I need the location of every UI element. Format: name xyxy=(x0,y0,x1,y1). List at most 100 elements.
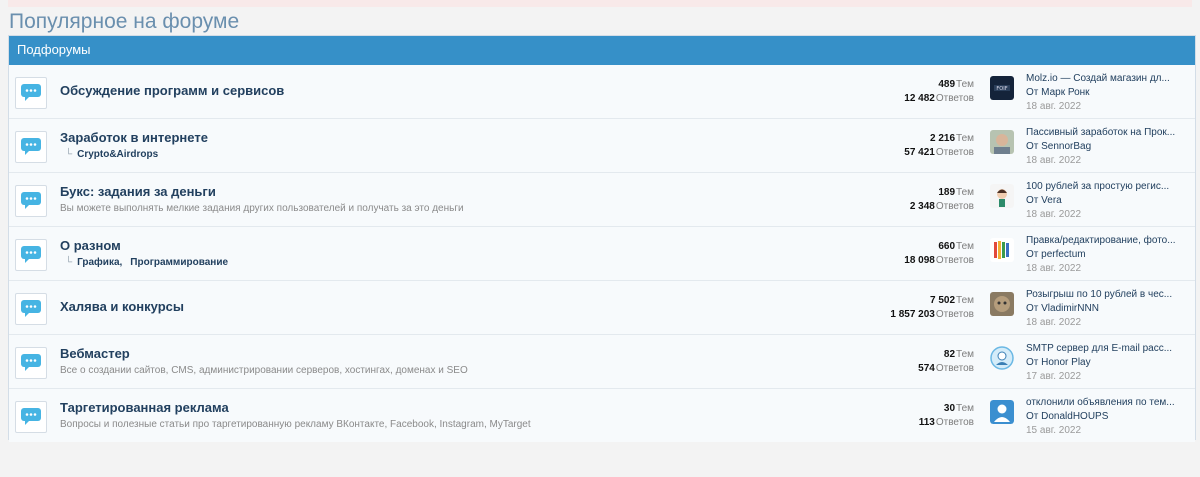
subforum-list: └ Графика, Программирование xyxy=(65,257,236,268)
post-count: 18 098 xyxy=(904,255,935,266)
thread-count: 189 xyxy=(938,187,956,198)
thread-count-label: Тем xyxy=(956,403,974,414)
post-count-label: Ответов xyxy=(935,93,974,104)
subforum-link[interactable]: Графика, xyxy=(77,257,122,268)
forum-description: Вы можете выполнять мелкие задания други… xyxy=(60,203,464,214)
colorful-stripes-avatar[interactable] xyxy=(990,238,1014,262)
last-post-date: 18 авг. 2022 xyxy=(1026,263,1082,274)
forum-row: Таргетированная реклама Вопросы и полезны… xyxy=(9,389,1195,442)
chat-bubble-icon[interactable] xyxy=(15,185,47,217)
forum-stats: 82Тем 574Ответов xyxy=(834,348,974,376)
thread-count-label: Тем xyxy=(956,241,974,252)
forum-row: О разном └ Графика, Программирование 660Тем 1… xyxy=(9,227,1195,281)
post-count-label: Ответов xyxy=(935,201,974,212)
forum-description: Вопросы и полезные статьи про таргетиров… xyxy=(60,419,531,430)
forum-title-link[interactable]: О разном xyxy=(60,238,121,253)
last-post-date: 18 авг. 2022 xyxy=(1026,209,1082,220)
forum-stats: 660Тем 18 098Ответов xyxy=(834,240,974,268)
person-circle-avatar[interactable] xyxy=(990,346,1014,370)
photo-person-avatar[interactable] xyxy=(990,130,1014,154)
forum-row: Заработок в интернете └ Crypto&Airdrops 2 2… xyxy=(9,119,1195,173)
forum-title-link[interactable]: Вебмастер xyxy=(60,346,130,361)
last-post-author[interactable]: От Honor Play xyxy=(1026,356,1176,369)
forum-stats: 2 216Тем 57 421Ответов xyxy=(834,132,974,160)
subforum-link[interactable]: Crypto&Airdrops xyxy=(77,149,158,160)
corner-arrow-icon: └ xyxy=(65,149,73,160)
block-header: Подфорумы xyxy=(9,36,1195,65)
forum-list: Обсуждение программ и сервисов 489Тем 12 4… xyxy=(9,65,1195,442)
thread-count: 489 xyxy=(938,79,956,90)
post-count-label: Ответов xyxy=(935,255,974,266)
dark-logo-avatar[interactable]: FOIF xyxy=(990,76,1014,100)
forum-title-link[interactable]: Букс: задания за деньги xyxy=(60,184,216,199)
forum-stats: 7 502Тем 1 857 203Ответов xyxy=(834,294,974,322)
thread-count-label: Тем xyxy=(956,295,974,306)
last-post-author[interactable]: От perfectum xyxy=(1026,248,1176,261)
post-count: 1 857 203 xyxy=(890,309,935,320)
post-count-label: Ответов xyxy=(935,417,974,428)
corner-arrow-icon: └ xyxy=(65,257,73,268)
forum-stats: 189Тем 2 348Ответов xyxy=(834,186,974,214)
chat-bubble-icon[interactable] xyxy=(15,239,47,271)
last-post: SMTP сервер для E-mail расс... От Honor P… xyxy=(1026,342,1176,383)
forum-row: Обсуждение программ и сервисов 489Тем 12 4… xyxy=(9,65,1195,119)
last-post-date: 17 авг. 2022 xyxy=(1026,371,1082,382)
svg-text:FOIF: FOIF xyxy=(996,86,1007,92)
last-post-author[interactable]: От Марк Ронк xyxy=(1026,86,1176,99)
last-post-title-link[interactable]: Розыгрыш по 10 рублей в чес... xyxy=(1026,288,1176,301)
forum-title-link[interactable]: Заработок в интернете xyxy=(60,130,208,145)
monkey-photo-avatar[interactable] xyxy=(990,292,1014,316)
post-count: 574 xyxy=(918,363,935,374)
last-post-date: 15 авг. 2022 xyxy=(1026,425,1082,436)
last-post-title-link[interactable]: Molz.io — Создай магазин дл... xyxy=(1026,72,1176,85)
forum-row: Букс: задания за деньги Вы можете выполня… xyxy=(9,173,1195,227)
last-post-author[interactable]: От VladimirNNN xyxy=(1026,302,1176,315)
post-count-label: Ответов xyxy=(935,309,974,320)
last-post-title-link[interactable]: Правка/редактирование, фото... xyxy=(1026,234,1176,247)
last-post: Розыгрыш по 10 рублей в чес... От Vladimi… xyxy=(1026,288,1176,329)
default-user-avatar[interactable] xyxy=(990,400,1014,424)
last-post: Правка/редактирование, фото... От perfect… xyxy=(1026,234,1176,275)
last-post: 100 рублей за простую регис... От Vera 18 … xyxy=(1026,180,1176,221)
forum-row: Вебмастер Все о создании сайтов, CMS, адм… xyxy=(9,335,1195,389)
last-post-title-link[interactable]: SMTP сервер для E-mail расс... xyxy=(1026,342,1176,355)
post-count-label: Ответов xyxy=(935,147,974,158)
forum-stats: 489Тем 12 482Ответов xyxy=(834,78,974,106)
post-count-label: Ответов xyxy=(935,363,974,374)
thread-count: 2 216 xyxy=(929,133,956,144)
last-post: отклонили объявления по тем... От DonaldH… xyxy=(1026,396,1176,437)
last-post-date: 18 авг. 2022 xyxy=(1026,101,1082,112)
forum-description: Все о создании сайтов, CMS, администриро… xyxy=(60,365,468,376)
last-post-title-link[interactable]: отклонили объявления по тем... xyxy=(1026,396,1176,409)
last-post-date: 18 авг. 2022 xyxy=(1026,155,1082,166)
chat-bubble-icon[interactable] xyxy=(15,347,47,379)
subforum-link[interactable]: Программирование xyxy=(130,257,228,268)
cartoon-girl-avatar[interactable] xyxy=(990,184,1014,208)
thread-count: 660 xyxy=(938,241,956,252)
thread-count: 30 xyxy=(943,403,956,414)
chat-bubble-icon[interactable] xyxy=(15,293,47,325)
last-post-title-link[interactable]: 100 рублей за простую регис... xyxy=(1026,180,1176,193)
forum-stats: 30Тем 113Ответов xyxy=(834,402,974,430)
post-count: 57 421 xyxy=(904,147,935,158)
forum-title-link[interactable]: Таргетированная реклама xyxy=(60,400,229,415)
forum-title-link[interactable]: Обсуждение программ и сервисов xyxy=(60,83,284,98)
chat-bubble-icon[interactable] xyxy=(15,401,47,433)
forum-title-link[interactable]: Халява и конкурсы xyxy=(60,299,184,314)
thread-count-label: Тем xyxy=(956,133,974,144)
thread-count-label: Тем xyxy=(956,349,974,360)
last-post: Пассивный заработок на Прок... От SennorB… xyxy=(1026,126,1176,167)
page-title: Популярное на форуме xyxy=(9,10,240,33)
last-post-title-link[interactable]: Пассивный заработок на Прок... xyxy=(1026,126,1176,139)
last-post-author[interactable]: От DonaldHOUPS xyxy=(1026,410,1176,423)
chat-bubble-icon[interactable] xyxy=(15,77,47,109)
thread-count: 82 xyxy=(943,349,956,360)
last-post-date: 18 авг. 2022 xyxy=(1026,317,1082,328)
top-alert-strip xyxy=(8,0,1192,7)
subforum-list: └ Crypto&Airdrops xyxy=(65,149,166,160)
chat-bubble-icon[interactable] xyxy=(15,131,47,163)
last-post-author[interactable]: От SennorBag xyxy=(1026,140,1176,153)
thread-count-label: Тем xyxy=(956,79,974,90)
post-count: 2 348 xyxy=(909,201,935,212)
last-post-author[interactable]: От Vera xyxy=(1026,194,1176,207)
